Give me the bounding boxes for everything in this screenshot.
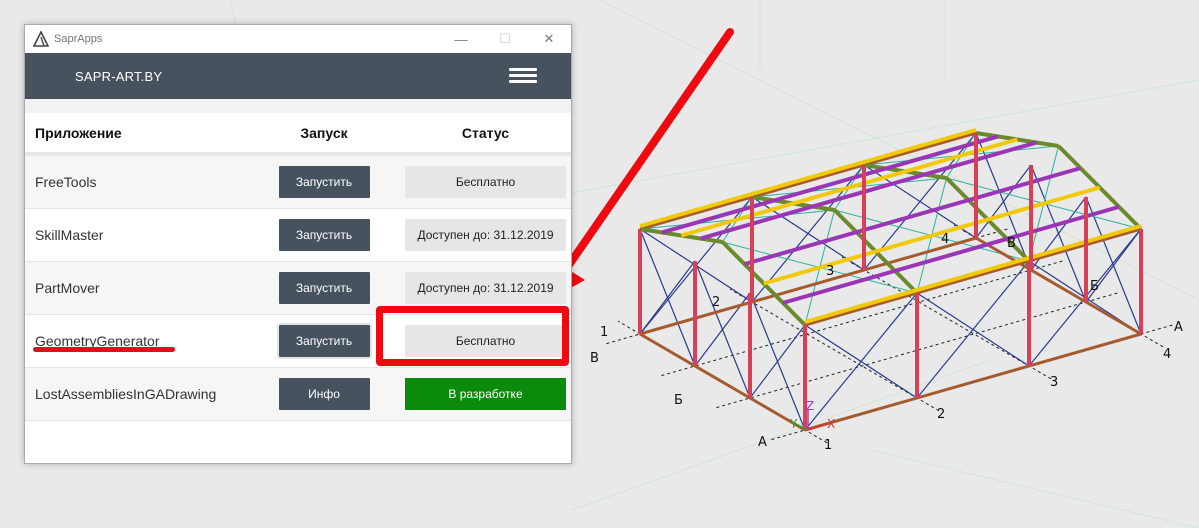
maximize-button[interactable]: ☐	[483, 25, 527, 53]
launch-button-skillmaster[interactable]: Запустить	[278, 219, 370, 251]
grid-label-a-front: А	[758, 435, 767, 450]
wall-brace	[639, 260, 696, 335]
window-title: SaprApps	[54, 33, 103, 45]
grid-label-3-front: 3	[1050, 375, 1058, 390]
app-name: LostAssembliesInGADrawing	[25, 367, 248, 421]
app-name: PartMover	[25, 261, 248, 315]
annotation-highlight-box	[376, 306, 569, 366]
red-arrow	[545, 28, 734, 300]
grid-label-4-right: 4	[1163, 347, 1171, 362]
roof-purlin	[680, 137, 1018, 238]
app-name: GeometryGenerator	[25, 314, 248, 368]
table-row: LostAssembliesInGADrawing Инфо В разрабо…	[25, 367, 571, 421]
status-badge: Доступен до: 31.12.2019	[405, 219, 566, 251]
table-header-row: Приложение Запуск Статус	[25, 113, 571, 156]
grid-label-3-roof: 3	[826, 264, 834, 279]
apps-table: Приложение Запуск Статус FreeTools Запус…	[25, 113, 571, 421]
roof-purlin	[763, 185, 1101, 286]
axis-x-label: X	[827, 417, 835, 431]
column-header-app: Приложение	[25, 113, 248, 156]
wall-brace	[749, 324, 806, 399]
status-badge: Бесплатно	[405, 166, 566, 198]
minimize-button[interactable]: —	[439, 25, 483, 53]
app-header: SAPR-ART.BY	[25, 53, 571, 99]
wall-brace	[975, 164, 1032, 239]
info-button-lostassemblies[interactable]: Инфо	[278, 378, 370, 410]
close-button[interactable]: ✕	[527, 25, 571, 53]
grid-label-b-right: Б	[1090, 279, 1099, 294]
axis-gizmo: Z X Y	[789, 399, 835, 431]
app-name: SkillMaster	[25, 208, 248, 262]
title-bar[interactable]: SaprApps — ☐ ✕	[25, 25, 571, 53]
grid-label-4-roof: 4	[941, 232, 949, 247]
grid-label-b-left: Б	[674, 393, 683, 408]
sapr-apps-window: SaprApps — ☐ ✕ SAPR-ART.BY Приложение За…	[24, 24, 572, 464]
grid-label-1-front: 1	[824, 438, 832, 453]
annotation-underline	[33, 347, 175, 352]
app-name: FreeTools	[25, 154, 248, 209]
grid-label-2-left: 2	[712, 295, 720, 310]
hamburger-menu-icon[interactable]	[509, 68, 537, 84]
header-gap	[25, 99, 571, 113]
table-row: SkillMaster Запустить Доступен до: 31.12…	[25, 208, 571, 262]
launch-button-partmover[interactable]: Запустить	[278, 272, 370, 304]
eave-beam	[639, 131, 977, 231]
base-beam	[639, 332, 806, 432]
grid-label-2-front: 2	[937, 407, 945, 422]
grid-label-v-left: В	[590, 351, 599, 366]
brand-link[interactable]: SAPR-ART.BY	[75, 69, 162, 84]
status-badge: В разработке	[405, 378, 566, 410]
status-badge: Доступен до: 31.12.2019	[405, 272, 566, 304]
grid-label-1-left: 1	[600, 325, 608, 340]
wall-brace	[916, 292, 1030, 367]
axis-z-label: Z	[806, 399, 814, 413]
column-header-status: Статус	[400, 113, 571, 156]
column-header-launch: Запуск	[248, 113, 400, 156]
launch-button-freetools[interactable]: Запустить	[278, 166, 370, 198]
app-logo-icon	[33, 31, 49, 47]
base-beam	[804, 332, 1142, 432]
grid-label-a-right: А	[1174, 320, 1183, 335]
wall-brace	[804, 324, 918, 399]
roof-purlin	[661, 134, 999, 235]
table-row: FreeTools Запустить Бесплатно	[25, 154, 571, 209]
launch-button-geometrygenerator[interactable]: Запустить	[276, 323, 372, 359]
grid-label-v-roof: В	[1007, 236, 1016, 251]
axis-y-label: Y	[789, 417, 798, 431]
